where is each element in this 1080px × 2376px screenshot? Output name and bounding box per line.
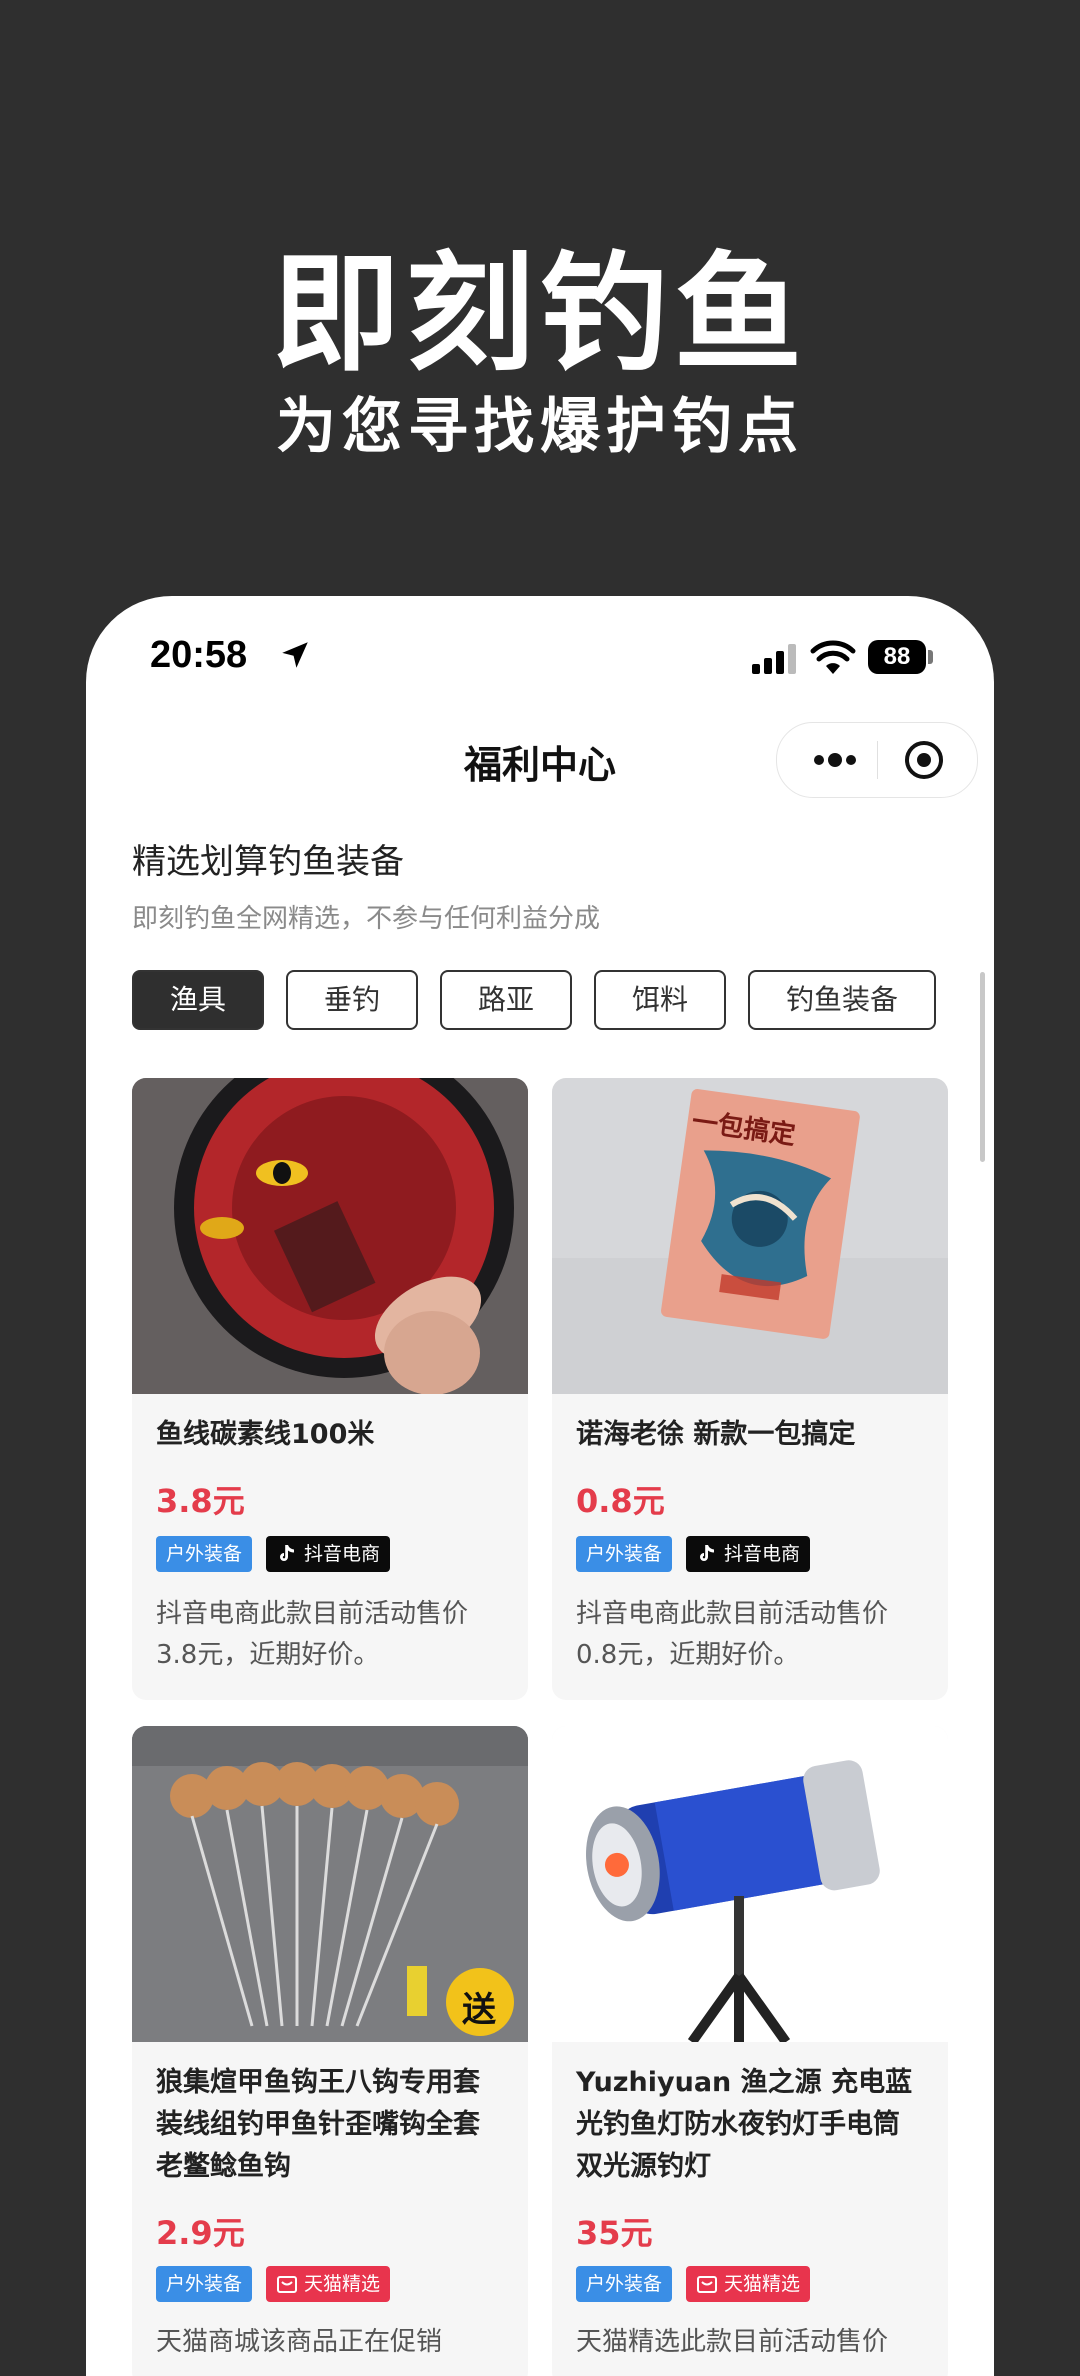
source-label: 天猫精选 xyxy=(724,2273,801,2295)
cellular-signal-icon xyxy=(752,644,796,674)
tab-lure[interactable]: 路亚 xyxy=(440,970,572,1030)
product-price: 3.8元 xyxy=(156,1482,245,1520)
douyin-badge: 抖音电商 xyxy=(686,1536,811,1572)
product-card[interactable]: Yuzhiyuan 渔之源 充电蓝光钓鱼灯防水夜钓灯手电筒双光源钓灯 35元 户… xyxy=(552,1726,948,2376)
capsule-divider xyxy=(877,741,878,779)
product-name: 狼集煊甲鱼钩王八钩专用套装线组钓甲鱼针歪嘴钩全套老鳖鲶鱼钩 xyxy=(156,2067,480,2182)
tiktok-icon xyxy=(700,1545,714,1561)
tab-fishing-equipment[interactable]: 钓鱼装备 xyxy=(748,970,936,1030)
status-bar: 20:58 88 xyxy=(86,596,994,716)
tmall-badge: 天猫精选 xyxy=(686,2266,811,2302)
product-image-fishing-lamp xyxy=(552,1726,948,2042)
tmall-badge: 天猫精选 xyxy=(266,2266,391,2302)
product-card[interactable]: 送 狼集煊甲鱼钩王八钩专用套装线组钓甲鱼针歪嘴钩全套老鳖鲶鱼钩 2.9元 户外装… xyxy=(132,1726,528,2376)
product-card[interactable]: 一包搞定 诺海老徐 新款一包搞定 0.8元 户外装备 抖音电商 抖音电商此款目前… xyxy=(552,1078,948,1700)
tab-fishing-gear[interactable]: 渔具 xyxy=(132,970,264,1030)
product-name: 鱼线碳素线100米 xyxy=(156,1419,375,1450)
section-title: 精选划算钓鱼装备 xyxy=(132,842,404,882)
product-name: 诺海老徐 新款一包搞定 xyxy=(576,1419,856,1450)
scrollbar[interactable] xyxy=(980,972,985,1162)
section-subtitle: 即刻钓鱼全网精选，不参与任何利益分成 xyxy=(132,904,601,934)
tab-angling[interactable]: 垂钓 xyxy=(286,970,418,1030)
tab-bait[interactable]: 饵料 xyxy=(594,970,726,1030)
battery-indicator: 88 xyxy=(868,640,926,674)
tmall-icon xyxy=(697,2276,717,2293)
more-icon[interactable] xyxy=(805,723,865,797)
mini-program-capsule xyxy=(776,722,978,798)
promo-title: 即刻钓鱼 xyxy=(271,240,808,389)
product-price: 0.8元 xyxy=(576,1482,665,1520)
location-arrow-icon xyxy=(282,642,308,668)
product-price: 35元 xyxy=(576,2214,653,2252)
gift-label: 送 xyxy=(462,1990,496,2030)
category-badge: 户外装备 xyxy=(156,1536,253,1572)
product-image-fishing-line xyxy=(132,1078,528,1394)
product-image-bait-pack: 一包搞定 xyxy=(552,1078,948,1394)
product-card[interactable]: 鱼线碳素线100米 3.8元 户外装备 抖音电商 抖音电商此款目前活动售价3.8… xyxy=(132,1078,528,1700)
wifi-icon xyxy=(810,640,856,674)
product-price: 2.9元 xyxy=(156,2214,245,2252)
close-target-icon[interactable] xyxy=(901,737,947,783)
tmall-icon xyxy=(277,2276,297,2293)
tiktok-icon xyxy=(280,1545,294,1561)
battery-tip xyxy=(928,650,933,664)
product-name: Yuzhiyuan 渔之源 充电蓝光钓鱼灯防水夜钓灯手电筒双光源钓灯 xyxy=(576,2067,913,2182)
douyin-badge: 抖音电商 xyxy=(266,1536,391,1572)
source-label: 抖音电商 xyxy=(724,1543,801,1565)
product-description: 抖音电商此款目前活动售价3.8元，近期好价。 xyxy=(156,1599,469,1670)
product-description: 抖音电商此款目前活动售价0.8元，近期好价。 xyxy=(576,1599,889,1670)
product-description: 天猫精选此款目前活动售价 xyxy=(576,2327,889,2357)
product-image-hook-set: 送 xyxy=(132,1726,528,2042)
category-badge: 户外装备 xyxy=(576,2266,673,2302)
source-label: 抖音电商 xyxy=(304,1543,381,1565)
status-time: 20:58 xyxy=(150,634,248,676)
category-badge: 户外装备 xyxy=(576,1536,673,1572)
category-badge: 户外装备 xyxy=(156,2266,253,2302)
source-label: 天猫精选 xyxy=(304,2273,381,2295)
promo-subtitle: 为您寻找爆护钓点 xyxy=(276,392,804,462)
product-description: 天猫商城该商品正在促销 xyxy=(156,2327,443,2357)
phone-screen: 20:58 88 福利中心 精选划算钓鱼装备 即刻钓鱼全网精选，不参与任何利益分… xyxy=(86,596,994,2376)
